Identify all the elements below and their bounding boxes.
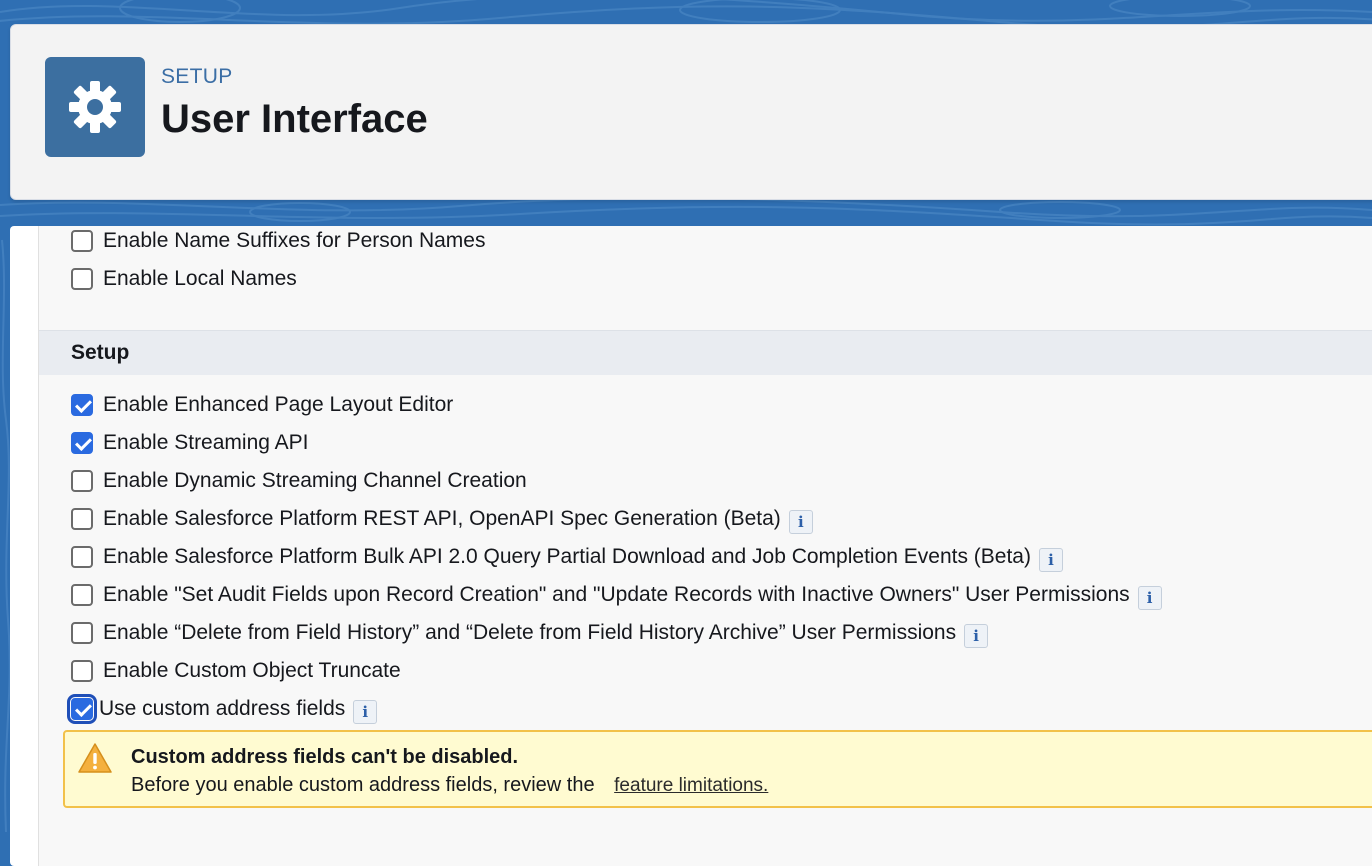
option-label: Enable Enhanced Page Layout Editor xyxy=(103,393,454,416)
checkbox[interactable] xyxy=(71,622,93,644)
option-label: Enable Salesforce Platform REST API, Ope… xyxy=(103,507,781,530)
page-eyebrow: SETUP xyxy=(161,65,233,88)
gear-icon xyxy=(45,57,145,157)
settings-panel: Enable Name Suffixes for Person Names En… xyxy=(10,226,1372,866)
warning-text: Before you enable custom address fields,… xyxy=(131,774,595,796)
checkbox[interactable] xyxy=(71,584,93,606)
option-label: Enable Streaming API xyxy=(103,431,309,454)
checkbox[interactable] xyxy=(71,470,93,492)
option-custom-object-truncate[interactable]: Enable Custom Object Truncate xyxy=(71,656,401,686)
checkbox[interactable] xyxy=(71,230,93,252)
checkbox[interactable] xyxy=(71,268,93,290)
option-label: Enable Local Names xyxy=(103,267,297,290)
option-label: Enable “Delete from Field History” and “… xyxy=(103,621,957,644)
warning-icon xyxy=(77,742,113,779)
option-set-audit-fields[interactable]: Enable "Set Audit Fields upon Record Cre… xyxy=(71,580,1162,610)
feature-limitations-link[interactable]: feature limitations. xyxy=(614,775,768,796)
option-custom-address-fields[interactable]: Use custom address fields i xyxy=(67,694,378,724)
info-icon[interactable]: i xyxy=(788,510,813,534)
section-title: Setup xyxy=(71,341,130,364)
section-header-setup: Setup xyxy=(39,330,1372,375)
option-label: Enable Salesforce Platform Bulk API 2.0 … xyxy=(103,545,1031,568)
option-name-suffixes[interactable]: Enable Name Suffixes for Person Names xyxy=(71,226,485,256)
page-header: SETUP User Interface xyxy=(10,24,1372,200)
info-icon[interactable]: i xyxy=(1038,548,1063,572)
settings-content: Enable Name Suffixes for Person Names En… xyxy=(38,226,1372,866)
option-rest-api-openapi[interactable]: Enable Salesforce Platform REST API, Ope… xyxy=(71,504,813,534)
checkbox[interactable] xyxy=(71,508,93,530)
option-bulk-api-query[interactable]: Enable Salesforce Platform Bulk API 2.0 … xyxy=(71,542,1063,572)
checkbox[interactable] xyxy=(71,546,93,568)
checkbox[interactable] xyxy=(71,660,93,682)
warning-message: Before you enable custom address fields,… xyxy=(131,774,768,797)
warning-banner: Custom address fields can't be disabled.… xyxy=(63,730,1372,808)
option-label: Use custom address fields xyxy=(99,697,346,720)
warning-title: Custom address fields can't be disabled. xyxy=(131,746,519,768)
option-enhanced-page-layout-editor[interactable]: Enable Enhanced Page Layout Editor xyxy=(71,390,453,420)
checkbox-checked[interactable] xyxy=(71,432,93,454)
info-icon[interactable]: i xyxy=(964,624,989,648)
option-label: Enable Dynamic Streaming Channel Creatio… xyxy=(103,469,527,492)
page-title: User Interface xyxy=(161,97,428,141)
option-label: Enable "Set Audit Fields upon Record Cre… xyxy=(103,583,1130,606)
checkbox-checked[interactable] xyxy=(71,394,93,416)
option-streaming-api[interactable]: Enable Streaming API xyxy=(71,428,308,458)
info-icon[interactable]: i xyxy=(353,700,378,724)
option-label: Enable Name Suffixes for Person Names xyxy=(103,229,486,252)
info-icon[interactable]: i xyxy=(1137,586,1162,610)
option-dynamic-streaming-channel[interactable]: Enable Dynamic Streaming Channel Creatio… xyxy=(71,466,527,496)
option-local-names[interactable]: Enable Local Names xyxy=(71,264,297,294)
option-delete-field-history[interactable]: Enable “Delete from Field History” and “… xyxy=(71,618,989,648)
checkbox-checked[interactable] xyxy=(67,694,97,724)
option-label: Enable Custom Object Truncate xyxy=(103,659,401,682)
